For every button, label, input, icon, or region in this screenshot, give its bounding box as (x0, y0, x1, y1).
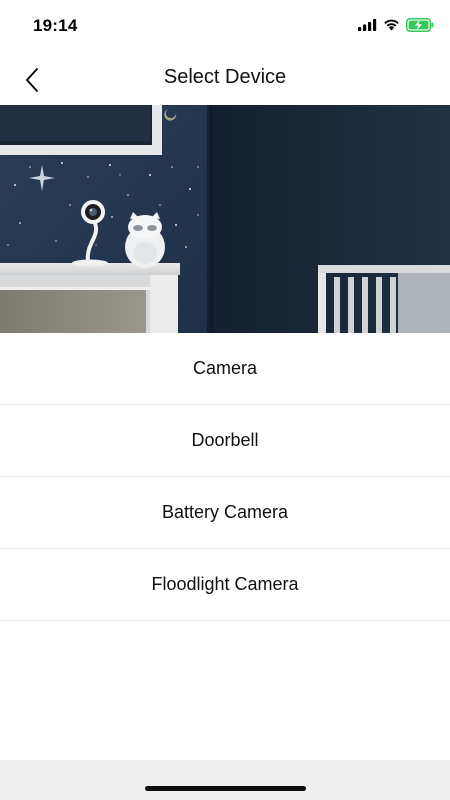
home-indicator[interactable] (145, 786, 306, 791)
device-item-doorbell[interactable]: Doorbell (0, 405, 450, 477)
wifi-icon (383, 18, 400, 36)
battery-charging-icon (406, 17, 434, 37)
page-title: Select Device (163, 66, 287, 88)
status-time: 19:14 (33, 16, 78, 35)
cellular-signal-icon (358, 18, 377, 36)
nav-bar: Select Device (0, 52, 450, 105)
status-icons (358, 17, 434, 37)
status-bar: 19:14 (0, 0, 450, 52)
device-item-camera[interactable]: Camera (0, 333, 450, 405)
hero-image (0, 105, 450, 333)
device-item-floodlight-camera[interactable]: Floodlight Camera (0, 549, 450, 621)
bottom-bar (0, 760, 450, 800)
device-list: Camera Doorbell Battery Camera Floodligh… (0, 333, 450, 621)
device-item-battery-camera[interactable]: Battery Camera (0, 477, 450, 549)
